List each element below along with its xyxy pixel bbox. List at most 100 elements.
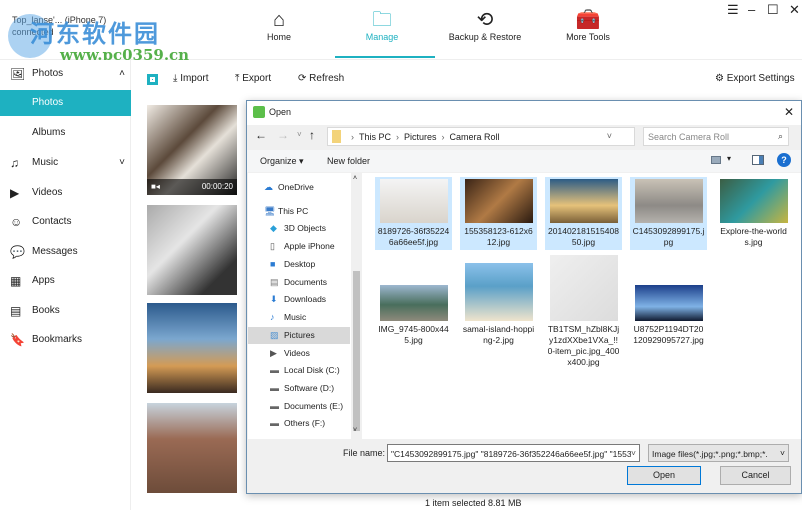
close-button[interactable]: ✕: [789, 2, 800, 18]
sidebar-item-music[interactable]: ♫ Music ˅: [0, 150, 131, 176]
open-button[interactable]: Open: [627, 466, 701, 485]
file-item[interactable]: TB1TSM_hZbl8KJjy1zdXXbe1VXa_!!0-item_pic…: [545, 253, 622, 370]
file-item[interactable]: U8752P1194DT20120929095727.jpg: [630, 253, 707, 348]
maximize-button[interactable]: ☐: [767, 2, 779, 18]
nav-scrollbar[interactable]: ˄ ˅: [351, 173, 362, 439]
tree-item[interactable]: ▬ Others (F:): [248, 415, 350, 432]
sidebar-item-books[interactable]: ▤ Books: [0, 298, 131, 324]
photo-thumbnail[interactable]: [147, 205, 237, 295]
app-header: Top_lanse'... (iPhone 7) connected 河东软件园…: [0, 0, 802, 64]
tab-icon: 🗀: [372, 9, 392, 31]
import-button[interactable]: ⤓ Import: [173, 73, 209, 84]
recent-dropdown[interactable]: ˅: [297, 130, 302, 139]
export-settings-button[interactable]: ⚙ Export Settings: [715, 73, 795, 84]
organize-menu[interactable]: Organize ▾: [260, 156, 304, 167]
file-thumbnail: [549, 255, 618, 321]
tab-more-tools[interactable]: 🧰 More Tools: [543, 8, 633, 42]
forward-button[interactable]: →: [277, 128, 289, 142]
file-item[interactable]: IMG_9745-800x445.jpg: [375, 253, 452, 348]
file-thumbnail: [379, 179, 448, 223]
tree-item-label: Documents: [284, 277, 327, 287]
tree-item[interactable]: ☁ OneDrive: [248, 179, 350, 196]
sidebar-item-albums[interactable]: Albums: [0, 120, 131, 146]
sidebar-item-label: Photos: [32, 97, 64, 108]
search-input[interactable]: Search Camera Roll ⌕: [643, 127, 789, 146]
tab-home[interactable]: ⌂ Home: [234, 8, 324, 42]
tab-icon: ⌂: [272, 9, 286, 31]
address-dropdown[interactable]: ˅: [607, 131, 612, 141]
tree-item[interactable]: ▬ Software (D:): [248, 380, 350, 397]
file-item[interactable]: 20140218151540850.jpg: [545, 177, 622, 250]
tab-manage[interactable]: 🗀 Manage: [337, 8, 427, 42]
tree-item[interactable]: ▶ Videos: [248, 345, 350, 362]
search-icon: ⌕: [777, 131, 783, 141]
tree-item[interactable]: ▬ Local Disk (C:): [248, 362, 350, 379]
file-item[interactable]: samal-island-hopping-2.jpg: [460, 253, 537, 348]
breadcrumb-separator: ›: [351, 132, 354, 142]
tree-item-label: 3D Objects: [284, 223, 327, 233]
photo-thumbnail[interactable]: ■◂ 00:00:20: [147, 105, 237, 195]
tree-item[interactable]: 🖥 This PC: [248, 203, 350, 220]
view-dropdown-icon[interactable]: ▾: [727, 154, 731, 163]
folder-icon: 🖥: [264, 206, 276, 216]
sidebar-item-videos[interactable]: ▶ Videos: [0, 180, 131, 206]
folder-icon: ▬: [270, 418, 279, 428]
up-button[interactable]: ↑: [309, 128, 315, 142]
tree-item[interactable]: ■ Desktop: [248, 256, 350, 273]
folder-icon: ▶: [270, 348, 277, 358]
view-options-icon[interactable]: [711, 156, 721, 164]
preview-pane-icon[interactable]: [752, 155, 764, 165]
new-folder-button[interactable]: New folder: [327, 156, 370, 166]
video-duration: 00:00:20: [201, 182, 233, 191]
sidebar-item-label: Music: [32, 157, 59, 168]
file-item[interactable]: 8189726-36f352246a66ee5f.jpg: [375, 177, 452, 250]
file-type-select[interactable]: Image files(*.jpg;*.png;*.bmp;*. ˅: [648, 444, 789, 462]
file-name-dropdown[interactable]: ˅: [631, 448, 636, 458]
apps-icon: ▦: [10, 274, 22, 288]
messages-icon: 💬: [10, 245, 25, 259]
photo-thumbnail[interactable]: [147, 303, 237, 393]
refresh-button[interactable]: ⟳ Refresh: [298, 73, 344, 84]
file-thumbnail: [634, 285, 703, 321]
breadcrumb-item[interactable]: Camera Roll: [450, 132, 500, 142]
bookmarks-icon: 🔖: [10, 333, 25, 347]
sidebar-item-label: Albums: [32, 127, 66, 138]
sidebar-header-photos[interactable]: 🖼 Photos ˄: [0, 61, 131, 87]
scroll-thumb[interactable]: [353, 271, 360, 431]
file-item[interactable]: 155358123-612x612.jpg: [460, 177, 537, 250]
sidebar-item-messages[interactable]: 💬 Messages: [0, 239, 131, 265]
tree-item-label: Music: [284, 312, 307, 322]
breadcrumb-item[interactable]: This PC: [359, 132, 391, 142]
video-overlay: ■◂ 00:00:20: [147, 179, 237, 195]
file-item[interactable]: C1453092899175.jpg: [630, 177, 707, 250]
sidebar-item-apps[interactable]: ▦ Apps: [0, 268, 131, 294]
photo-thumbnail[interactable]: [147, 403, 237, 493]
select-all-checkbox[interactable]: [147, 74, 158, 85]
tree-item-label: Software (D:): [284, 383, 335, 393]
menu-icon[interactable]: ☰: [727, 2, 739, 18]
sidebar-item-contacts[interactable]: ☺ Contacts: [0, 209, 131, 235]
sidebar-item-photos[interactable]: Photos: [0, 90, 131, 116]
tree-item[interactable]: ▤ Documents: [248, 274, 350, 291]
minimize-button[interactable]: –: [748, 2, 755, 17]
folder-icon: ▬: [270, 383, 279, 393]
breadcrumb-item[interactable]: Pictures: [404, 132, 437, 142]
file-name-input[interactable]: "C1453092899175.jpg" "8189726-36f352246a…: [387, 444, 640, 462]
tree-item[interactable]: ▨ Pictures: [248, 327, 350, 344]
export-button[interactable]: ⤒ Export: [235, 73, 271, 84]
tab-backup-restore[interactable]: ⟲ Backup & Restore: [440, 8, 530, 42]
tree-item[interactable]: ◆ 3D Objects: [248, 220, 350, 237]
back-button[interactable]: ←: [255, 128, 267, 142]
folder-icon: [332, 130, 341, 143]
cancel-button[interactable]: Cancel: [720, 466, 791, 485]
dialog-close-button[interactable]: ✕: [784, 105, 794, 119]
file-item[interactable]: Explore-the-worlds.jpg: [715, 177, 792, 250]
sidebar-item-bookmarks[interactable]: 🔖 Bookmarks: [0, 327, 131, 353]
address-bar[interactable]: ›This PC›Pictures›Camera Roll ˅ ↻: [327, 127, 654, 146]
tree-item[interactable]: ▯ Apple iPhone: [248, 238, 350, 255]
tree-item[interactable]: ▬ Documents (E:): [248, 398, 350, 415]
tree-item[interactable]: ⬇ Downloads: [248, 291, 350, 308]
videos-icon: ▶: [10, 186, 20, 200]
help-icon[interactable]: ?: [777, 153, 791, 167]
tree-item[interactable]: ♪ Music: [248, 309, 350, 326]
